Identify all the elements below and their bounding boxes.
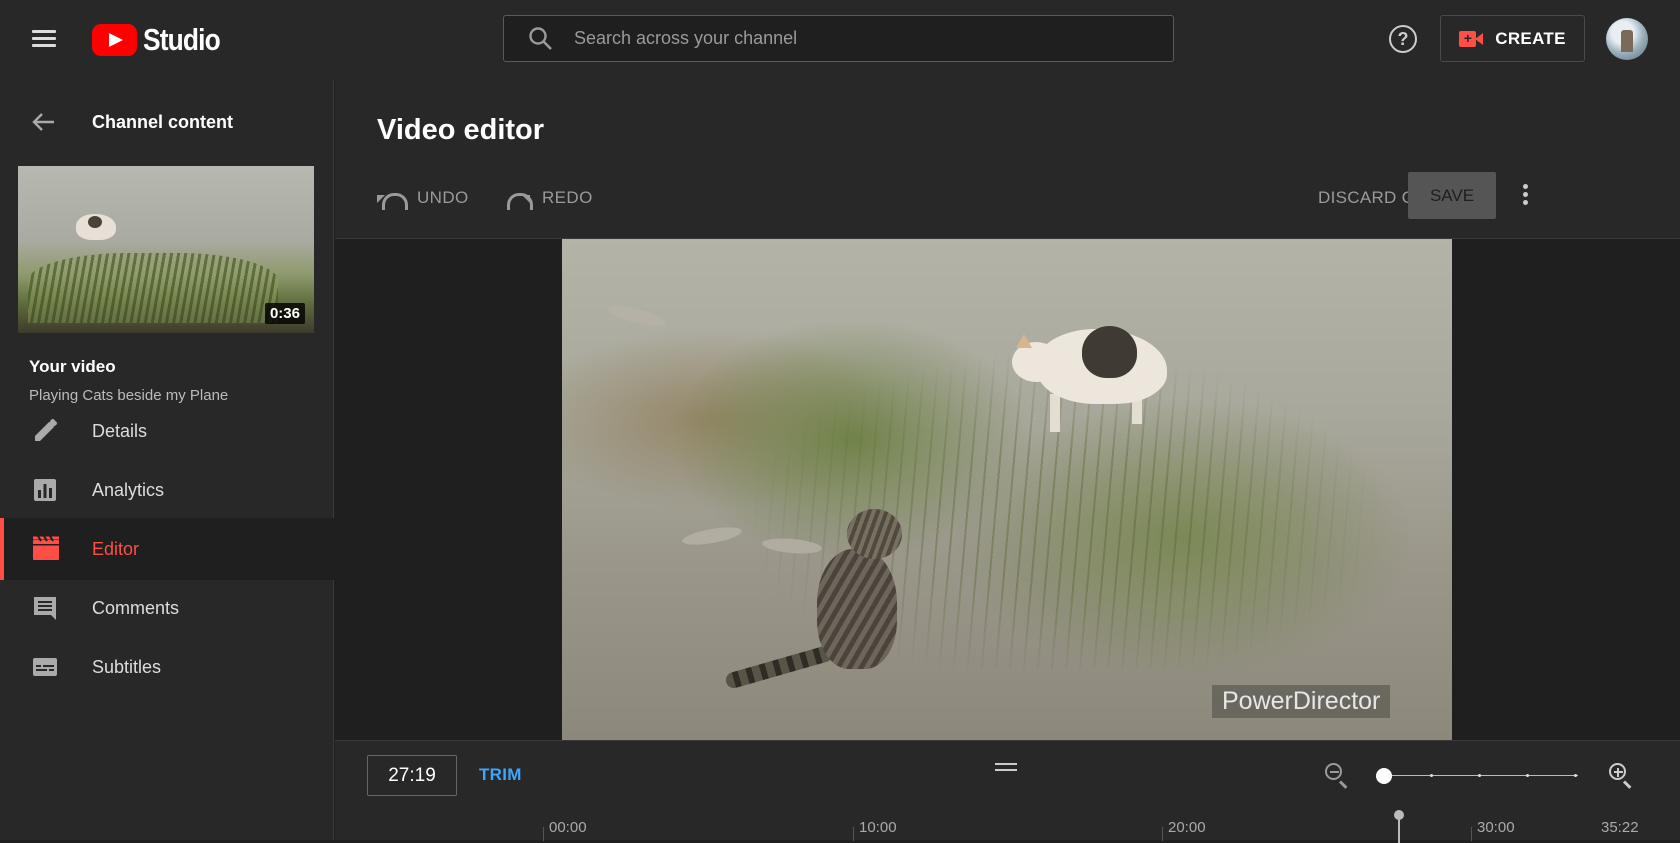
- sidebar-item-subtitles[interactable]: Subtitles: [0, 636, 334, 698]
- sidebar-item-label: Details: [92, 420, 148, 441]
- video-preview[interactable]: PowerDirector: [562, 239, 1452, 740]
- playhead[interactable]: [1394, 810, 1404, 843]
- search-input[interactable]: [574, 28, 1134, 49]
- help-icon[interactable]: ?: [1389, 25, 1417, 53]
- undo-button[interactable]: UNDO: [377, 188, 469, 210]
- create-video-icon: +: [1459, 30, 1484, 48]
- zoom-out-icon[interactable]: [1325, 763, 1349, 789]
- undo-icon: [377, 190, 408, 210]
- back-arrow-icon: [32, 112, 56, 132]
- ruler-label: 10:00: [859, 819, 897, 836]
- youtube-logo-icon: [92, 24, 137, 56]
- zoom-in-icon[interactable]: [1609, 763, 1633, 789]
- panel-drag-handle-icon[interactable]: [995, 763, 1017, 773]
- search-icon: [528, 26, 554, 52]
- ruler-label: 30:00: [1477, 819, 1515, 836]
- timeline-panel: 27:19 TRIM 00:00 10:00 20:00 30:00 35:22: [335, 740, 1680, 843]
- video-watermark: PowerDirector: [1212, 685, 1391, 718]
- menu-icon[interactable]: [28, 26, 62, 54]
- avatar[interactable]: [1606, 18, 1648, 60]
- sidebar-item-label: Comments: [92, 597, 180, 618]
- studio-logo[interactable]: Studio: [92, 22, 233, 58]
- thumbnail-duration: 0:36: [264, 303, 305, 324]
- sidebar-item-comments[interactable]: Comments: [0, 577, 334, 639]
- analytics-icon: [32, 477, 58, 503]
- redo-label: REDO: [542, 188, 593, 207]
- main-panel: Video editor UNDO REDO DISCARD CHANGES S…: [335, 80, 1680, 843]
- subtitles-icon: [32, 654, 58, 680]
- back-label: Channel content: [92, 112, 234, 132]
- editor-toolbar: UNDO REDO DISCARD CHANGES SAVE: [335, 172, 1680, 228]
- search-box[interactable]: [503, 15, 1174, 62]
- cat-figure: [1012, 324, 1172, 432]
- your-video-heading: Your video: [29, 357, 116, 376]
- save-button[interactable]: SAVE: [1408, 172, 1496, 219]
- top-bar: Studio ? + CREATE: [0, 0, 1680, 80]
- editor-icon: [32, 535, 59, 562]
- more-options-icon[interactable]: [1521, 184, 1529, 208]
- sidebar-item-label: Analytics: [92, 479, 165, 500]
- sidebar-item-label: Subtitles: [92, 656, 162, 677]
- ruler-label: 00:00: [549, 819, 587, 836]
- create-label: CREATE: [1495, 28, 1566, 48]
- ruler-label: 20:00: [1168, 819, 1206, 836]
- sidebar: Channel content 0:36 Your video Playing …: [0, 80, 334, 840]
- logo-text: Studio: [143, 22, 221, 57]
- sidebar-item-analytics[interactable]: Analytics: [0, 459, 334, 521]
- undo-label: UNDO: [417, 188, 469, 207]
- trim-button[interactable]: TRIM: [479, 765, 522, 785]
- page-title: Video editor: [377, 114, 545, 146]
- current-time-field[interactable]: 27:19: [367, 755, 457, 796]
- sidebar-item-label: Editor: [92, 538, 140, 559]
- zoom-slider[interactable]: [1376, 768, 1578, 784]
- video-thumbnail[interactable]: 0:36: [18, 166, 314, 333]
- redo-icon: [502, 190, 533, 210]
- video-preview-area: PowerDirector: [335, 239, 1680, 740]
- zoom-slider-knob[interactable]: [1376, 768, 1392, 784]
- sidebar-item-editor[interactable]: Editor: [0, 518, 334, 580]
- create-button[interactable]: + CREATE: [1440, 15, 1585, 62]
- pencil-icon: [32, 418, 58, 444]
- comments-icon: [32, 595, 58, 621]
- channel-content-back-button[interactable]: Channel content: [0, 100, 334, 144]
- timeline-ruler[interactable]: 00:00 10:00 20:00 30:00 35:22: [335, 803, 1680, 843]
- sidebar-item-details[interactable]: Details: [0, 400, 334, 462]
- redo-button[interactable]: REDO: [502, 188, 593, 210]
- kitten-figure: [722, 509, 962, 691]
- ruler-end-label: 35:22: [1601, 819, 1639, 836]
